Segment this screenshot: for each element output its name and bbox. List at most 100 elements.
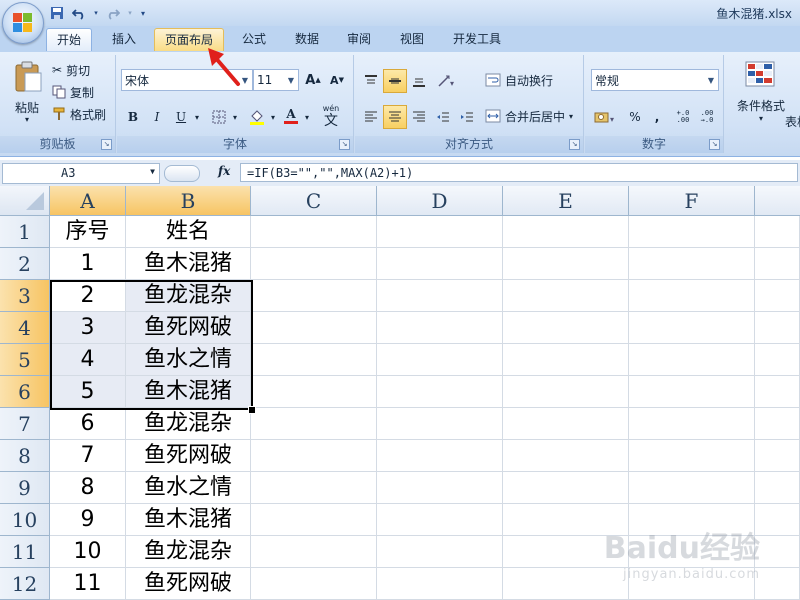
- cell-a[interactable]: 4: [50, 344, 126, 376]
- cell-empty[interactable]: [755, 536, 800, 568]
- fill-handle[interactable]: [248, 406, 256, 414]
- cell-empty[interactable]: [629, 344, 755, 376]
- cell-b[interactable]: 鱼木混猪: [126, 504, 251, 536]
- format-as-table-label[interactable]: 表格: [785, 113, 800, 130]
- cell-b[interactable]: 鱼龙混杂: [126, 280, 251, 312]
- cell-empty[interactable]: [755, 504, 800, 536]
- row-header[interactable]: 11: [0, 536, 50, 568]
- cell-empty[interactable]: [251, 408, 377, 440]
- cell-empty[interactable]: [755, 280, 800, 312]
- tab-formulas[interactable]: 公式: [232, 28, 276, 50]
- clipboard-launcher-icon[interactable]: ↘: [101, 139, 112, 150]
- bold-button[interactable]: B: [121, 105, 145, 129]
- cell-empty[interactable]: [251, 440, 377, 472]
- row-header[interactable]: 2: [0, 248, 50, 280]
- align-top-button[interactable]: [359, 69, 383, 93]
- font-launcher-icon[interactable]: ↘: [339, 139, 350, 150]
- cell-b[interactable]: 鱼死网破: [126, 312, 251, 344]
- number-format-select[interactable]: 常规 ▼: [591, 69, 719, 91]
- cell-empty[interactable]: [377, 376, 503, 408]
- orientation-button[interactable]: ▾: [433, 69, 463, 93]
- accounting-format-button[interactable]: ▾: [591, 105, 621, 129]
- cell-empty[interactable]: [377, 312, 503, 344]
- formula-expand-handle[interactable]: [164, 165, 200, 182]
- column-header-a[interactable]: A: [50, 186, 126, 216]
- cell-empty[interactable]: [377, 408, 503, 440]
- tab-review[interactable]: 审阅: [337, 28, 381, 50]
- cell-a[interactable]: 序号: [50, 216, 126, 248]
- cell-empty[interactable]: [251, 312, 377, 344]
- cell-empty[interactable]: [755, 344, 800, 376]
- conditional-format-button[interactable]: 条件格式 ▾: [731, 59, 791, 129]
- row-header[interactable]: 10: [0, 504, 50, 536]
- italic-button[interactable]: I: [145, 105, 169, 129]
- cell-empty[interactable]: [251, 536, 377, 568]
- row-header[interactable]: 1: [0, 216, 50, 248]
- fill-color-dropdown-icon[interactable]: ▾: [267, 105, 279, 129]
- tab-developer[interactable]: 开发工具: [443, 28, 511, 50]
- cell-empty[interactable]: [629, 408, 755, 440]
- formula-input[interactable]: =IF(B3="","",MAX(A2)+1): [240, 163, 798, 182]
- cell-b[interactable]: 鱼龙混杂: [126, 536, 251, 568]
- row-header[interactable]: 9: [0, 472, 50, 504]
- column-header-d[interactable]: D: [377, 186, 503, 216]
- tab-view[interactable]: 视图: [390, 28, 434, 50]
- cell-b[interactable]: 鱼死网破: [126, 440, 251, 472]
- tab-data[interactable]: 数据: [285, 28, 329, 50]
- cell-a[interactable]: 2: [50, 280, 126, 312]
- cell-empty[interactable]: [629, 568, 755, 600]
- cell-b[interactable]: 姓名: [126, 216, 251, 248]
- undo-icon[interactable]: [70, 4, 88, 22]
- row-header[interactable]: 4: [0, 312, 50, 344]
- cell-empty[interactable]: [629, 216, 755, 248]
- cell-empty[interactable]: [503, 536, 629, 568]
- cell-empty[interactable]: [755, 568, 800, 600]
- number-launcher-icon[interactable]: ↘: [709, 139, 720, 150]
- cell-empty[interactable]: [503, 440, 629, 472]
- comma-style-button[interactable]: ,: [645, 105, 669, 129]
- cell-empty[interactable]: [629, 440, 755, 472]
- align-left-button[interactable]: [359, 105, 383, 129]
- cell-empty[interactable]: [503, 280, 629, 312]
- cell-empty[interactable]: [377, 344, 503, 376]
- cell-empty[interactable]: [503, 376, 629, 408]
- cell-empty[interactable]: [503, 504, 629, 536]
- cell-empty[interactable]: [503, 472, 629, 504]
- cell-a[interactable]: 8: [50, 472, 126, 504]
- align-middle-button[interactable]: [383, 69, 407, 93]
- align-center-button[interactable]: [383, 105, 407, 129]
- row-header[interactable]: 5: [0, 344, 50, 376]
- cell-empty[interactable]: [755, 312, 800, 344]
- cell-empty[interactable]: [503, 216, 629, 248]
- font-color-dropdown-icon[interactable]: ▾: [301, 105, 313, 129]
- save-icon[interactable]: [48, 4, 66, 22]
- cell-a[interactable]: 11: [50, 568, 126, 600]
- cell-a[interactable]: 7: [50, 440, 126, 472]
- cell-empty[interactable]: [377, 440, 503, 472]
- cell-empty[interactable]: [251, 344, 377, 376]
- cell-empty[interactable]: [251, 504, 377, 536]
- cell-a[interactable]: 1: [50, 248, 126, 280]
- cell-empty[interactable]: [377, 216, 503, 248]
- cell-b[interactable]: 鱼水之情: [126, 344, 251, 376]
- align-bottom-button[interactable]: [407, 69, 431, 93]
- cell-empty[interactable]: [251, 280, 377, 312]
- fill-color-button[interactable]: [245, 105, 269, 129]
- column-header-b[interactable]: B: [126, 186, 251, 216]
- cell-empty[interactable]: [755, 440, 800, 472]
- font-color-button[interactable]: A: [279, 103, 303, 127]
- cell-empty[interactable]: [377, 504, 503, 536]
- tab-home[interactable]: 开始: [46, 28, 93, 51]
- decrease-decimal-button[interactable]: .00 →.0: [695, 105, 719, 129]
- font-name-select[interactable]: 宋体 ▼: [121, 69, 253, 91]
- cell-empty[interactable]: [503, 408, 629, 440]
- percent-button[interactable]: %: [623, 105, 647, 129]
- cell-b[interactable]: 鱼龙混杂: [126, 408, 251, 440]
- cell-empty[interactable]: [377, 248, 503, 280]
- cell-empty[interactable]: [377, 472, 503, 504]
- copy-button[interactable]: 复制: [52, 81, 94, 103]
- row-header[interactable]: 3: [0, 280, 50, 312]
- cut-button[interactable]: ✂ 剪切: [52, 59, 90, 81]
- cell-empty[interactable]: [251, 376, 377, 408]
- row-header[interactable]: 8: [0, 440, 50, 472]
